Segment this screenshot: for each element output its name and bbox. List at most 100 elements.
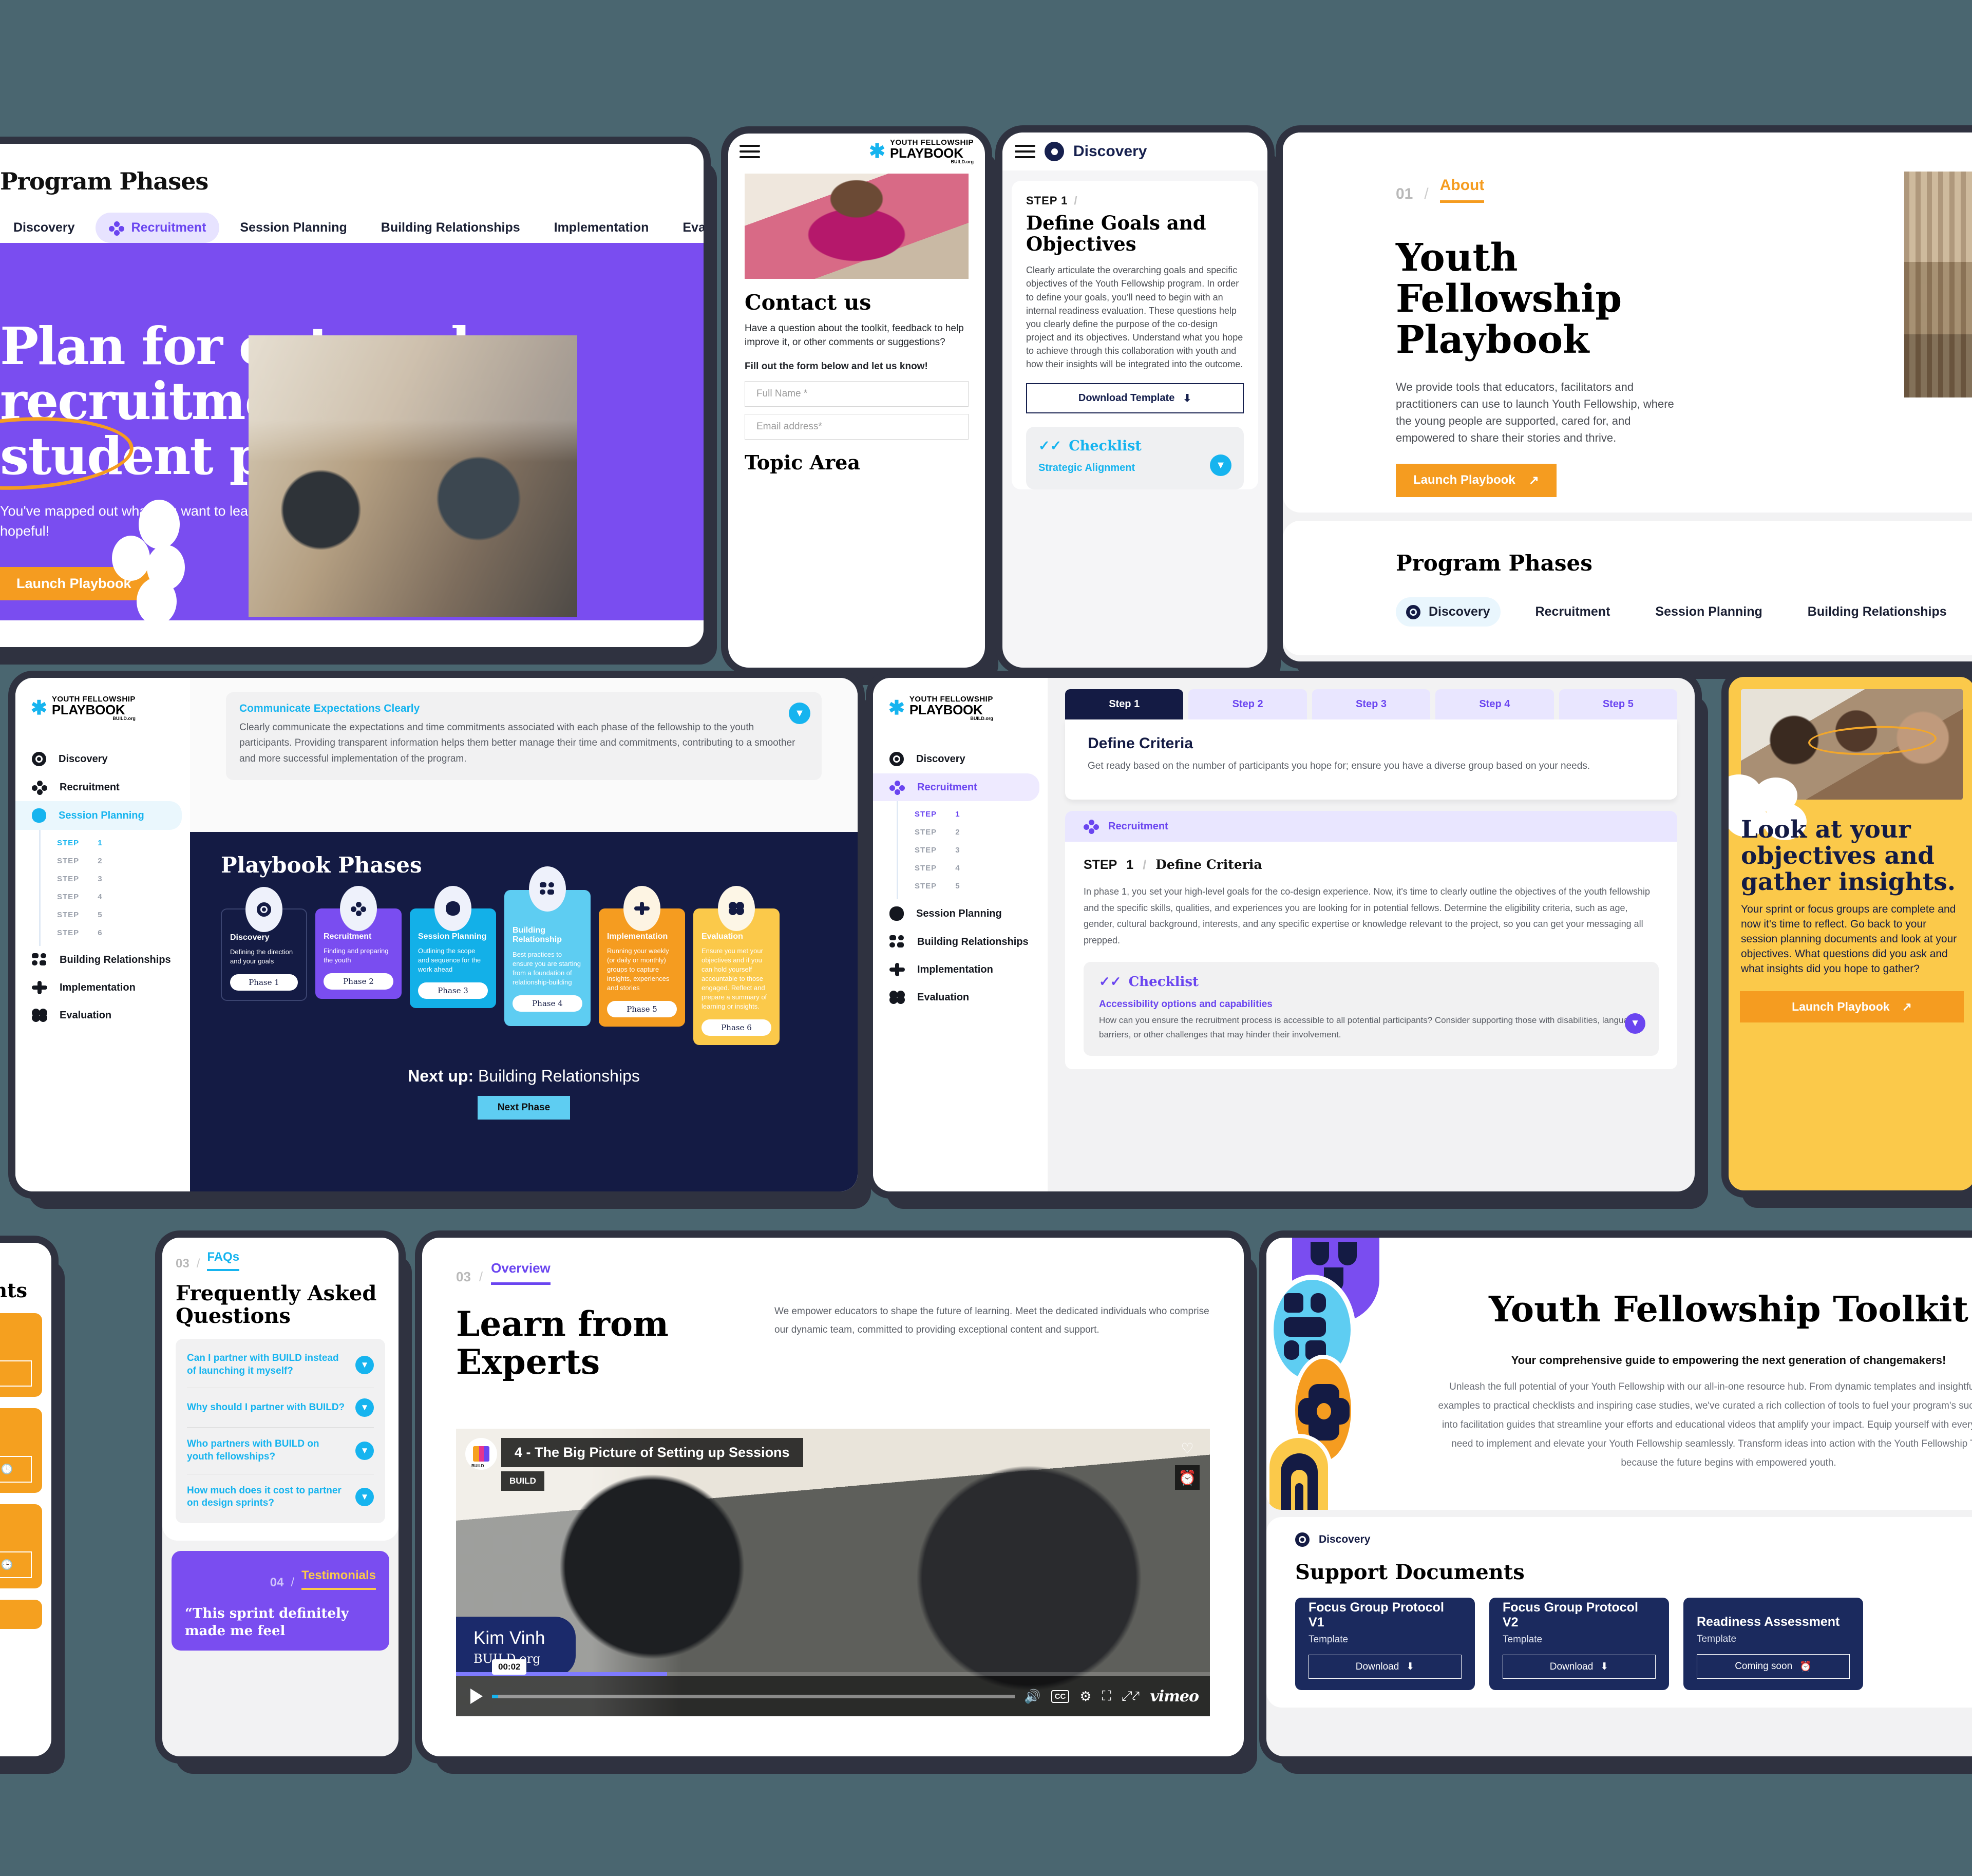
chevron-down-icon[interactable]: ▼ [355,1442,374,1461]
fullscreen-icon[interactable]: ⤢⤤ [1122,1688,1140,1704]
document-card[interactable]: sion [0,1600,42,1629]
sidebar-item-building-relationships[interactable]: Building Relationships [873,928,1048,956]
full-name-input[interactable]: Full Name * [745,381,969,407]
scrubber[interactable]: 00:02 [492,1659,1015,1698]
tab-recruitment[interactable]: Recruitment [95,213,220,243]
tab-session-planning[interactable]: Session Planning [226,213,360,243]
sidebar-item-session-planning[interactable]: Session Planning [15,801,182,830]
chevron-down-icon[interactable]: ▼ [355,1488,374,1507]
step-item[interactable]: STEP 6 [41,924,190,942]
step-tab-3[interactable]: Step 3 [1312,689,1431,719]
video-player[interactable]: 4 - The Big Picture of Setting up Sessio… [456,1429,1210,1716]
section-body: STEP 1 / Define Criteria In phase 1, you… [1065,842,1677,1069]
sidebar-item-evaluation[interactable]: Evaluation [15,1001,190,1029]
launch-playbook-button[interactable]: Launch Playbook ↗ [1740,991,1964,1023]
checklist-item[interactable]: Strategic Alignment [1038,462,1231,474]
chevron-down-icon[interactable]: ▼ [355,1355,374,1374]
document-card[interactable]: Focus Group Protocol V2 Template Downloa… [1489,1598,1669,1690]
document-card[interactable]: Focus Group Protocol V1 Template Downloa… [1295,1598,1475,1690]
download-button[interactable]: Download ⬇ [1309,1655,1462,1679]
chevron-down-icon[interactable]: ▼ [355,1398,374,1417]
download-button[interactable]: oad ⬇ [0,1360,32,1387]
tab-recruitment[interactable]: Recruitment [1525,597,1621,627]
step-item[interactable]: STEP 2 [41,852,190,870]
experts-left: 03 / Overview Learn from Experts [456,1260,754,1381]
chevron-down-icon[interactable]: ▼ [1210,454,1231,477]
step-tab-2[interactable]: Step 2 [1188,689,1307,719]
faq-item[interactable]: How much does it cost to partner on desi… [187,1474,374,1520]
sidebar-item-discovery[interactable]: Discovery [873,745,1048,773]
sidebar-item-implementation[interactable]: Implementation [873,956,1048,983]
heart-icon[interactable]: ♡ [1181,1440,1193,1457]
clock-icon[interactable]: ⏰ [1175,1465,1200,1490]
download-button[interactable]: Download ⬇ [1503,1655,1656,1679]
sidebar-item-implementation[interactable]: Implementation [15,974,190,1001]
email-input[interactable]: Email address* [745,413,969,440]
play-icon[interactable] [470,1689,483,1704]
faq-item[interactable]: Can I partner with BUILD instead of laun… [187,1342,374,1389]
step-item[interactable]: STEP 4 [41,888,190,906]
breadcrumb-label[interactable]: About [1439,177,1485,203]
hamburger-icon[interactable] [1015,141,1035,162]
breadcrumb-label[interactable]: Overview [491,1260,551,1285]
document-card[interactable]: Readiness Assessment Template Coming soo… [1683,1598,1863,1690]
step-item[interactable]: STEP 3 [41,870,190,888]
phase-card-evaluation[interactable]: Evaluation Ensure you met your objective… [693,886,780,1045]
target-icon [1295,1532,1310,1547]
step-item[interactable]: STEP 4 [898,859,1048,877]
video-progress[interactable] [456,1672,1210,1676]
step-tab-1[interactable]: Step 1 [1065,689,1184,719]
insights-panel: Look at your objectives and gather insig… [1729,677,1972,1190]
step-item[interactable]: STEP 1 [41,834,190,852]
step-tab-4[interactable]: Step 4 [1435,689,1554,719]
sidebar-item-session-planning[interactable]: Session Planning [873,899,1048,928]
faq-item[interactable]: Who partners with BUILD on youth fellows… [187,1428,374,1474]
sidebar-item-discovery[interactable]: Discovery [15,745,190,773]
step-tab-5[interactable]: Step 5 [1559,689,1678,719]
step-item[interactable]: STEP 2 [898,823,1048,841]
captions-icon[interactable]: CC [1051,1690,1070,1703]
document-card[interactable]: th Portfolios ning soon 🕒 [0,1504,42,1589]
phase-card-recruitment[interactable]: Recruitment Finding and preparing the yo… [315,886,402,999]
sidebar-item-recruitment[interactable]: Recruitment [873,773,1039,801]
sidebar-item-building-relationships[interactable]: Building Relationships [15,946,190,974]
step-item[interactable]: STEP 5 [41,906,190,924]
step-item[interactable]: STEP 5 [898,877,1048,895]
contact-body: Have a question about the toolkit, feedb… [745,323,964,348]
tab-building-relationships[interactable]: Building Relationships [368,213,534,243]
tab-evaluation[interactable]: Evaluation [669,213,704,243]
tab-session-planning[interactable]: Session Planning [1645,597,1772,627]
chevron-down-icon[interactable]: ▼ [789,703,810,724]
tab-discovery[interactable]: Discovery [1396,597,1501,627]
document-card[interactable]: k for Virtual ning soon 🕒 [0,1408,42,1493]
phase-card-implementation[interactable]: Implementation Running your weekly (or d… [599,886,685,1027]
document-card[interactable]: utions rint oad ⬇ [0,1313,42,1397]
video-title[interactable]: 4 - The Big Picture of Setting up Sessio… [501,1438,803,1467]
step-item[interactable]: STEP 1 [898,805,1048,823]
breadcrumb-label[interactable]: FAQs [207,1250,240,1271]
breadcrumb-label[interactable]: Testimonials [301,1568,376,1590]
phase-card-discovery[interactable]: Discovery Defining the direction and you… [221,887,307,1001]
tab-building-relationships[interactable]: Building Relationships [1797,597,1957,627]
picture-in-picture-icon[interactable]: ⛶ [1102,1688,1111,1704]
hamburger-icon[interactable] [740,141,760,162]
faq-item[interactable]: Why should I partner with BUILD? ▼ [187,1388,374,1428]
step-item[interactable]: STEP 3 [898,841,1048,859]
sidebar-item-evaluation[interactable]: Evaluation [873,983,1048,1011]
sidebar-item-recruitment[interactable]: Recruitment [15,773,190,801]
phase-card-building-relationship[interactable]: Building Relationship Best practices to … [504,866,591,1026]
tab-implementation[interactable]: Implementation [541,213,662,243]
next-phase-button[interactable]: Next Phase [478,1095,570,1120]
volume-icon[interactable]: 🔊 [1024,1689,1040,1704]
expander-card[interactable]: Communicate Expectations Clearly Clearly… [226,692,822,781]
tab-discovery[interactable]: Discovery [0,213,88,243]
download-template-button[interactable]: Download Template ⬇ [1026,383,1244,414]
build-logo-icon [465,1438,497,1470]
video-channel[interactable]: BUILD [501,1471,544,1491]
vimeo-logo[interactable]: vimeo [1150,1688,1199,1706]
settings-icon[interactable]: ⚙ [1079,1689,1091,1704]
button-label: Launch Playbook [1792,1000,1890,1014]
checklist-item-title[interactable]: Accessibility options and capabilities [1099,999,1643,1010]
phase-card-session-planning[interactable]: Session Planning Outlining the scope and… [410,886,496,1009]
launch-playbook-button[interactable]: Launch Playbook ↗ [1396,463,1557,497]
